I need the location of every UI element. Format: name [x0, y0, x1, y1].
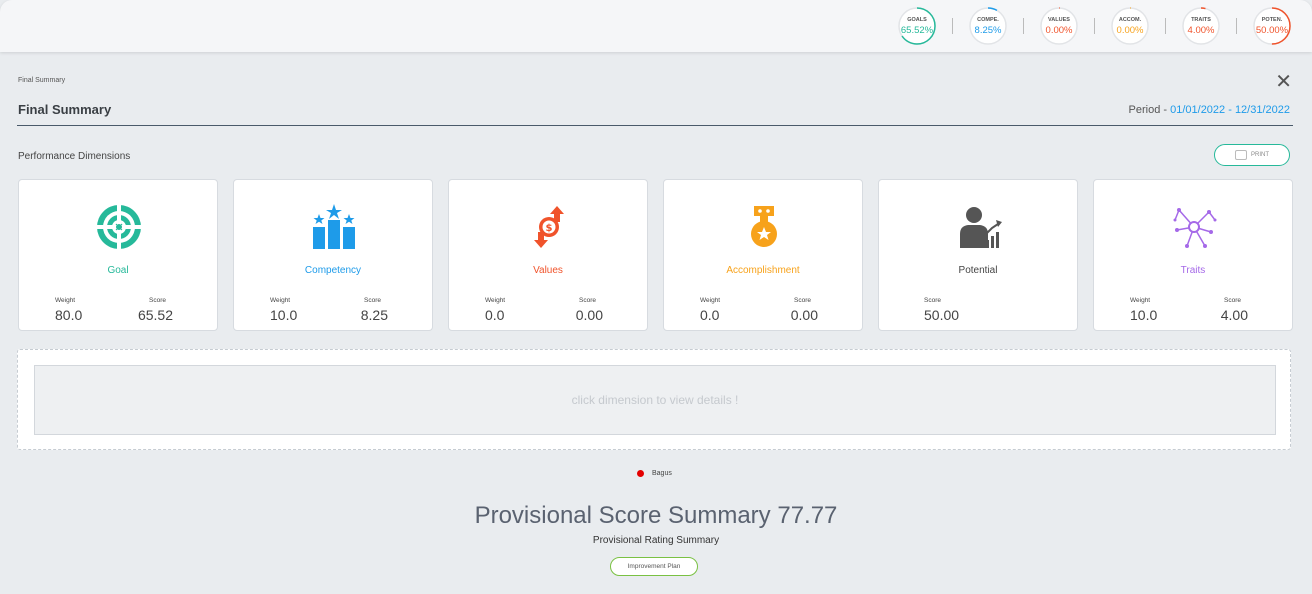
close-icon[interactable]: ✕ [1275, 72, 1292, 92]
card-competency[interactable]: Competency Weight 10.0 Score 8.25 [233, 179, 433, 331]
medal-icon [751, 206, 777, 247]
score-value: 65.52 [137, 307, 173, 323]
card-accomplishment[interactable]: Accomplishment Weight 0.0 Score 0.00 [663, 179, 863, 331]
period: Period - 01/01/2022 - 12/31/2022 [1129, 104, 1290, 116]
print-button[interactable]: PRINT [1214, 144, 1290, 166]
legend-dot [637, 470, 644, 477]
badge-value: 8.25% [974, 25, 1002, 36]
svg-text:$: $ [546, 223, 553, 234]
improvement-plan-button[interactable]: Improvement Plan [610, 557, 698, 576]
badge-values[interactable]: VALUES 0.00% [1039, 6, 1079, 46]
badge-traits[interactable]: TRAITS 4.00% [1181, 6, 1221, 46]
podium-stars-icon [313, 204, 355, 249]
card-title: Values [533, 265, 563, 276]
badge-label: POTEN. [1261, 17, 1283, 23]
provisional-rating-summary: Provisional Rating Summary [592, 535, 720, 546]
score-label: Score [924, 297, 941, 304]
badge-potential[interactable]: POTEN. 50.00% [1252, 6, 1292, 46]
badge-value: 4.00% [1187, 25, 1215, 36]
badge-label: COMPE. [977, 17, 999, 23]
badge-competency[interactable]: COMPE. 8.25% [968, 6, 1008, 46]
badge-goals[interactable]: GOALS 65.52% [897, 6, 937, 46]
section-label: Performance Dimensions [18, 151, 131, 162]
badge-label: GOALS [907, 17, 927, 23]
legend-label: Bagus [652, 470, 672, 477]
weight-value: 0.0 [485, 307, 505, 323]
network-icon [1173, 208, 1217, 248]
top-bar: GOALS 65.52% COMPE. 8.25% VALUES 0.00% A… [0, 0, 1312, 52]
badge-separator [1165, 18, 1166, 34]
print-label: PRINT [1251, 152, 1269, 158]
badge-value: 65.52% [900, 25, 934, 36]
dimension-cards: Goal Weight 80.0 Score 65.52 Competency … [18, 179, 1293, 331]
badge-separator [1094, 18, 1095, 34]
score-label: Score [579, 297, 596, 304]
weight-label: Weight [1130, 297, 1151, 304]
final-summary-panel: Final Summary ✕ Final Summary Period - 0… [0, 60, 1312, 594]
card-title: Potential [958, 265, 998, 276]
title-divider [17, 125, 1293, 126]
card-values[interactable]: $ Values Weight 0.0 Score 0.00 [448, 179, 648, 331]
score-value: 8.25 [360, 307, 388, 323]
weight-label: Weight [55, 297, 76, 304]
details-container: click dimension to view details ! [17, 349, 1291, 450]
card-goal[interactable]: Goal Weight 80.0 Score 65.52 [18, 179, 218, 331]
score-value: 4.00 [1220, 307, 1248, 323]
weight-value: 10.0 [270, 307, 298, 323]
score-value: 0.00 [790, 307, 818, 323]
growth-person-icon [960, 207, 1002, 248]
badge-label: VALUES [1048, 17, 1070, 23]
badge-label: TRAITS [1191, 17, 1211, 23]
weight-value: 10.0 [1130, 307, 1158, 323]
card-traits[interactable]: Traits Weight 10.0 Score 4.00 [1093, 179, 1293, 331]
weight-label: Weight [270, 297, 291, 304]
badge-value: 50.00% [1255, 25, 1289, 36]
card-title: Accomplishment [726, 265, 800, 276]
weight-value: 80.0 [55, 307, 83, 323]
badge-separator [1236, 18, 1237, 34]
badge-value: 0.00% [1045, 25, 1073, 36]
badge-separator [952, 18, 953, 34]
weight-label: Weight [700, 297, 721, 304]
badge-label: ACCOM. [1118, 17, 1142, 23]
score-label: Score [794, 297, 811, 304]
card-title: Traits [1180, 265, 1206, 276]
money-exchange-icon: $ [534, 206, 564, 248]
score-label: Score [1224, 297, 1241, 304]
badge-value: 0.00% [1116, 25, 1144, 36]
score-badges: GOALS 65.52% COMPE. 8.25% VALUES 0.00% A… [897, 6, 1292, 46]
badge-accomplishment[interactable]: ACCOM. 0.00% [1110, 6, 1150, 46]
rating-legend: Bagus [637, 470, 672, 477]
badge-separator [1023, 18, 1024, 34]
provisional-score-summary: Provisional Score Summary 77.77 [474, 502, 838, 529]
score-label: Score [149, 297, 166, 304]
period-label: Period - [1128, 104, 1171, 116]
card-title: Goal [107, 265, 129, 276]
period-dates: 01/01/2022 - 12/31/2022 [1170, 104, 1290, 116]
weight-value: 0.0 [700, 307, 720, 323]
card-title: Competency [304, 265, 362, 276]
score-value: 50.00 [924, 307, 960, 323]
printer-icon [1235, 150, 1247, 160]
score-label: Score [364, 297, 381, 304]
weight-label: Weight [485, 297, 506, 304]
score-value: 0.00 [575, 307, 603, 323]
page-title: Final Summary [18, 102, 112, 117]
card-potential[interactable]: Potential Score 50.00 [878, 179, 1078, 331]
breadcrumb: Final Summary [18, 77, 66, 84]
details-placeholder: click dimension to view details ! [34, 365, 1276, 435]
target-icon [95, 203, 143, 251]
